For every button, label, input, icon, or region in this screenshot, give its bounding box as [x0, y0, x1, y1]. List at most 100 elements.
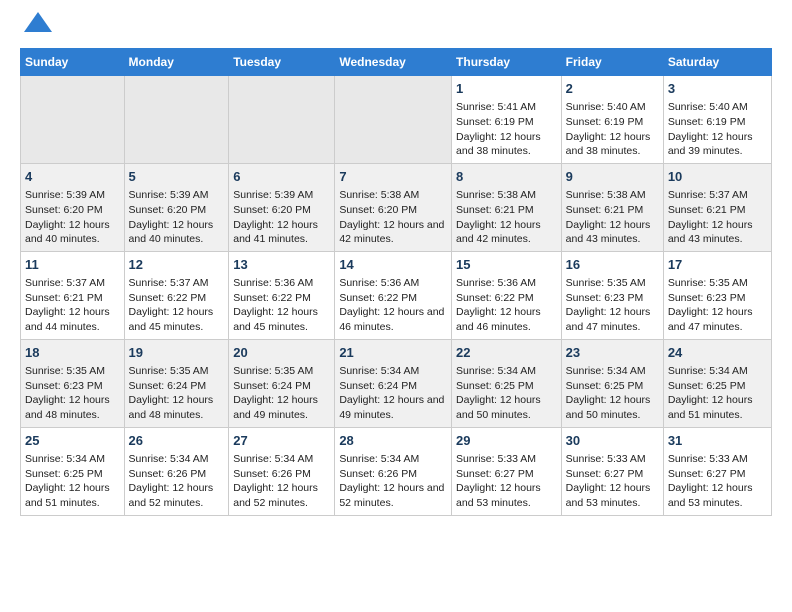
day-number: 13 — [233, 256, 330, 274]
day-number: 21 — [339, 344, 447, 362]
day-info: Sunrise: 5:35 AMSunset: 6:24 PMDaylight:… — [233, 365, 318, 421]
calendar-cell — [335, 76, 452, 164]
day-info: Sunrise: 5:36 AMSunset: 6:22 PMDaylight:… — [456, 277, 541, 333]
day-info: Sunrise: 5:33 AMSunset: 6:27 PMDaylight:… — [668, 453, 753, 509]
calendar-cell: 3 Sunrise: 5:40 AMSunset: 6:19 PMDaylight… — [663, 76, 771, 164]
day-number: 25 — [25, 432, 120, 450]
day-info: Sunrise: 5:38 AMSunset: 6:20 PMDaylight:… — [339, 189, 444, 245]
day-info: Sunrise: 5:40 AMSunset: 6:19 PMDaylight:… — [668, 101, 753, 157]
day-info: Sunrise: 5:39 AMSunset: 6:20 PMDaylight:… — [129, 189, 214, 245]
day-header-tuesday: Tuesday — [229, 49, 335, 76]
calendar-cell: 2 Sunrise: 5:40 AMSunset: 6:19 PMDaylight… — [561, 76, 663, 164]
logo-icon — [24, 12, 52, 32]
day-info: Sunrise: 5:33 AMSunset: 6:27 PMDaylight:… — [456, 453, 541, 509]
calendar-cell: 27 Sunrise: 5:34 AMSunset: 6:26 PMDayligh… — [229, 427, 335, 515]
day-number: 15 — [456, 256, 557, 274]
calendar-week-3: 11Sunrise: 5:37 AMSunset: 6:21 PMDayligh… — [21, 251, 772, 339]
calendar-week-2: 4 Sunrise: 5:39 AMSunset: 6:20 PMDaylight… — [21, 163, 772, 251]
calendar-week-4: 18 Sunrise: 5:35 AMSunset: 6:23 PMDayligh… — [21, 339, 772, 427]
day-info: Sunrise: 5:34 AMSunset: 6:26 PMDaylight:… — [339, 453, 444, 509]
day-info: Sunrise: 5:37 AMSunset: 6:21 PMDaylight:… — [668, 189, 753, 245]
calendar-cell: 10 Sunrise: 5:37 AMSunset: 6:21 PMDayligh… — [663, 163, 771, 251]
day-number: 18 — [25, 344, 120, 362]
calendar-cell: 22 Sunrise: 5:34 AMSunset: 6:25 PMDayligh… — [452, 339, 562, 427]
day-number: 4 — [25, 168, 120, 186]
calendar-cell — [124, 76, 229, 164]
page-header — [20, 20, 772, 32]
calendar-cell: 23Sunrise: 5:34 AMSunset: 6:25 PMDayligh… — [561, 339, 663, 427]
day-info: Sunrise: 5:33 AMSunset: 6:27 PMDaylight:… — [566, 453, 651, 509]
day-info: Sunrise: 5:34 AMSunset: 6:25 PMDaylight:… — [456, 365, 541, 421]
day-number: 16 — [566, 256, 659, 274]
day-info: Sunrise: 5:34 AMSunset: 6:26 PMDaylight:… — [233, 453, 318, 509]
calendar-cell: 12 Sunrise: 5:37 AMSunset: 6:22 PMDayligh… — [124, 251, 229, 339]
day-number: 7 — [339, 168, 447, 186]
day-header-monday: Monday — [124, 49, 229, 76]
day-number: 12 — [129, 256, 225, 274]
day-info: Sunrise: 5:34 AMSunset: 6:24 PMDaylight:… — [339, 365, 444, 421]
calendar-cell: 24 Sunrise: 5:34 AMSunset: 6:25 PMDayligh… — [663, 339, 771, 427]
day-info: Sunrise: 5:34 AMSunset: 6:25 PMDaylight:… — [566, 365, 651, 421]
calendar-cell: 17 Sunrise: 5:35 AMSunset: 6:23 PMDayligh… — [663, 251, 771, 339]
day-info: Sunrise: 5:40 AMSunset: 6:19 PMDaylight:… — [566, 101, 651, 157]
calendar-cell: 5 Sunrise: 5:39 AMSunset: 6:20 PMDaylight… — [124, 163, 229, 251]
calendar-cell: 7 Sunrise: 5:38 AMSunset: 6:20 PMDaylight… — [335, 163, 452, 251]
calendar-cell: 26Sunrise: 5:34 AMSunset: 6:26 PMDayligh… — [124, 427, 229, 515]
day-header-sunday: Sunday — [21, 49, 125, 76]
day-info: Sunrise: 5:39 AMSunset: 6:20 PMDaylight:… — [233, 189, 318, 245]
day-info: Sunrise: 5:35 AMSunset: 6:24 PMDaylight:… — [129, 365, 214, 421]
day-number: 3 — [668, 80, 767, 98]
calendar-cell: 9 Sunrise: 5:38 AMSunset: 6:21 PMDaylight… — [561, 163, 663, 251]
calendar-cell: 14Sunrise: 5:36 AMSunset: 6:22 PMDayligh… — [335, 251, 452, 339]
day-info: Sunrise: 5:38 AMSunset: 6:21 PMDaylight:… — [456, 189, 541, 245]
day-info: Sunrise: 5:38 AMSunset: 6:21 PMDaylight:… — [566, 189, 651, 245]
day-number: 17 — [668, 256, 767, 274]
day-info: Sunrise: 5:36 AMSunset: 6:22 PMDaylight:… — [233, 277, 318, 333]
day-number: 29 — [456, 432, 557, 450]
day-header-saturday: Saturday — [663, 49, 771, 76]
day-info: Sunrise: 5:35 AMSunset: 6:23 PMDaylight:… — [566, 277, 651, 333]
calendar-cell: 13 Sunrise: 5:36 AMSunset: 6:22 PMDayligh… — [229, 251, 335, 339]
day-number: 30 — [566, 432, 659, 450]
day-number: 20 — [233, 344, 330, 362]
calendar-week-5: 25 Sunrise: 5:34 AMSunset: 6:25 PMDayligh… — [21, 427, 772, 515]
day-number: 5 — [129, 168, 225, 186]
calendar-cell: 30 Sunrise: 5:33 AMSunset: 6:27 PMDayligh… — [561, 427, 663, 515]
day-number: 28 — [339, 432, 447, 450]
day-info: Sunrise: 5:34 AMSunset: 6:26 PMDaylight:… — [129, 453, 214, 509]
day-number: 2 — [566, 80, 659, 98]
calendar-cell: 4 Sunrise: 5:39 AMSunset: 6:20 PMDaylight… — [21, 163, 125, 251]
calendar-cell: 19 Sunrise: 5:35 AMSunset: 6:24 PMDayligh… — [124, 339, 229, 427]
calendar-cell: 29 Sunrise: 5:33 AMSunset: 6:27 PMDayligh… — [452, 427, 562, 515]
calendar-cell: 21 Sunrise: 5:34 AMSunset: 6:24 PMDayligh… — [335, 339, 452, 427]
day-info: Sunrise: 5:39 AMSunset: 6:20 PMDaylight:… — [25, 189, 110, 245]
day-number: 24 — [668, 344, 767, 362]
calendar-cell: 6Sunrise: 5:39 AMSunset: 6:20 PMDaylight… — [229, 163, 335, 251]
calendar-cell: 16 Sunrise: 5:35 AMSunset: 6:23 PMDayligh… — [561, 251, 663, 339]
day-number: 11 — [25, 256, 120, 274]
day-info: Sunrise: 5:34 AMSunset: 6:25 PMDaylight:… — [25, 453, 110, 509]
calendar-table: SundayMondayTuesdayWednesdayThursdayFrid… — [20, 48, 772, 516]
day-number: 10 — [668, 168, 767, 186]
day-info: Sunrise: 5:35 AMSunset: 6:23 PMDaylight:… — [668, 277, 753, 333]
calendar-cell: 28 Sunrise: 5:34 AMSunset: 6:26 PMDayligh… — [335, 427, 452, 515]
day-number: 8 — [456, 168, 557, 186]
logo — [20, 20, 52, 32]
calendar-cell: 20 Sunrise: 5:35 AMSunset: 6:24 PMDayligh… — [229, 339, 335, 427]
calendar-cell: 15 Sunrise: 5:36 AMSunset: 6:22 PMDayligh… — [452, 251, 562, 339]
day-info: Sunrise: 5:34 AMSunset: 6:25 PMDaylight:… — [668, 365, 753, 421]
day-info: Sunrise: 5:35 AMSunset: 6:23 PMDaylight:… — [25, 365, 110, 421]
day-header-wednesday: Wednesday — [335, 49, 452, 76]
day-header-friday: Friday — [561, 49, 663, 76]
calendar-week-1: 1Sunrise: 5:41 AMSunset: 6:19 PMDaylight… — [21, 76, 772, 164]
day-info: Sunrise: 5:36 AMSunset: 6:22 PMDaylight:… — [339, 277, 444, 333]
calendar-cell — [229, 76, 335, 164]
calendar-cell: 18 Sunrise: 5:35 AMSunset: 6:23 PMDayligh… — [21, 339, 125, 427]
day-number: 27 — [233, 432, 330, 450]
calendar-header-row: SundayMondayTuesdayWednesdayThursdayFrid… — [21, 49, 772, 76]
day-number: 1 — [456, 80, 557, 98]
day-number: 19 — [129, 344, 225, 362]
day-number: 9 — [566, 168, 659, 186]
day-number: 22 — [456, 344, 557, 362]
day-info: Sunrise: 5:37 AMSunset: 6:22 PMDaylight:… — [129, 277, 214, 333]
